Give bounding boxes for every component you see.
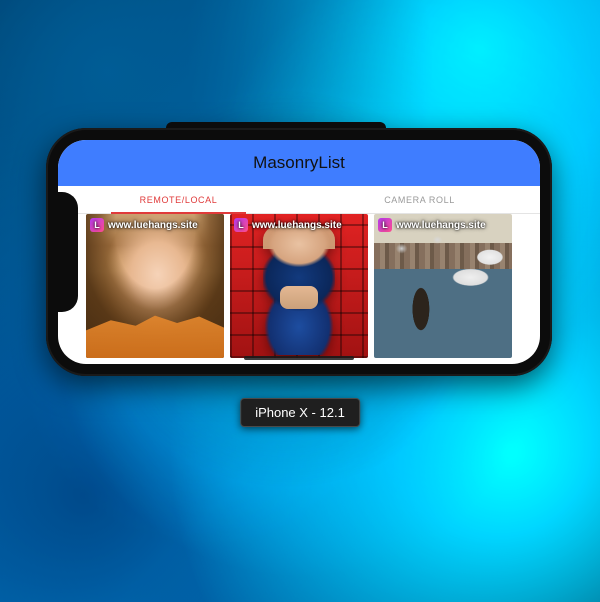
watermark-text: www.luehangs.site [396,220,486,231]
device-caption: iPhone X - 12.1 [240,398,360,427]
gallery-row[interactable]: L www.luehangs.site L www.luehangs.site … [58,214,540,364]
gallery-card[interactable]: L www.luehangs.site [86,214,224,358]
tab-bar: REMOTE/LOCAL CAMERA ROLL [58,186,540,214]
tab-remote-local[interactable]: REMOTE/LOCAL [58,186,299,213]
watermark: L www.luehangs.site [234,218,342,232]
tab-camera-roll[interactable]: CAMERA ROLL [299,186,540,213]
tab-label: CAMERA ROLL [384,195,455,205]
app-title: MasonryList [253,153,345,173]
home-indicator[interactable] [244,356,354,360]
gallery-card[interactable]: L www.luehangs.site [230,214,368,358]
tab-label: REMOTE/LOCAL [140,195,218,205]
device-screen: MasonryList REMOTE/LOCAL CAMERA ROLL L w… [58,140,540,364]
device-frame: MasonryList REMOTE/LOCAL CAMERA ROLL L w… [46,128,552,376]
device-caption-text: iPhone X - 12.1 [255,405,345,420]
watermark-logo-icon: L [234,218,248,232]
watermark: L www.luehangs.site [90,218,198,232]
gallery-card[interactable]: L www.luehangs.site [374,214,512,358]
app-titlebar: MasonryList [58,140,540,186]
watermark-logo-icon: L [90,218,104,232]
watermark-logo-icon: L [378,218,392,232]
watermark: L www.luehangs.site [378,218,486,232]
watermark-text: www.luehangs.site [108,220,198,231]
watermark-text: www.luehangs.site [252,220,342,231]
device-notch [58,192,78,312]
